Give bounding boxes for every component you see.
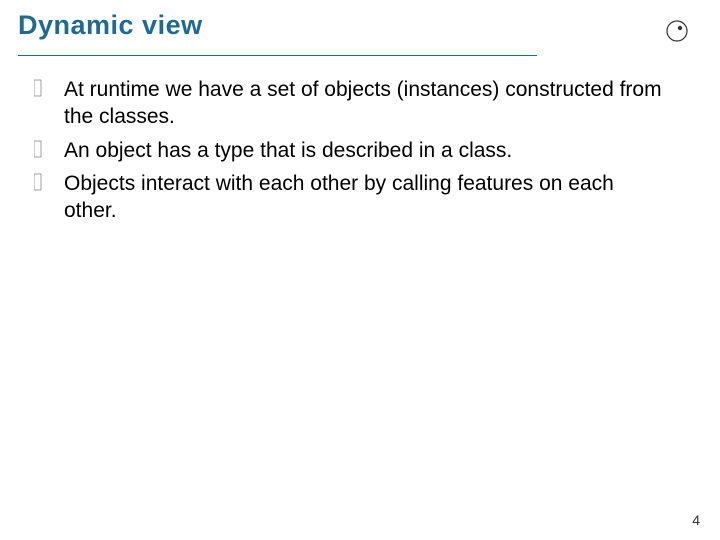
eiffel-logo-icon (664, 18, 690, 49)
list-item: An object has a type that is described i… (34, 137, 662, 164)
slide-title: Dynamic view (18, 10, 203, 41)
bullet-icon (34, 139, 44, 159)
bullet-text: At runtime we have a set of objects (ins… (64, 76, 662, 131)
bullet-icon (34, 78, 44, 98)
slide-header: Dynamic view (18, 10, 692, 55)
list-item: Objects interact with each other by call… (34, 170, 662, 225)
slide-container: Dynamic view At runtime we have a set of… (0, 0, 720, 540)
bullet-text: An object has a type that is described i… (64, 137, 512, 164)
bullet-text: Objects interact with each other by call… (64, 170, 662, 225)
list-item: At runtime we have a set of objects (ins… (34, 76, 662, 131)
bullet-icon (34, 172, 44, 192)
page-number: 4 (692, 512, 700, 528)
title-divider (18, 55, 537, 56)
slide-body: At runtime we have a set of objects (ins… (18, 74, 692, 224)
